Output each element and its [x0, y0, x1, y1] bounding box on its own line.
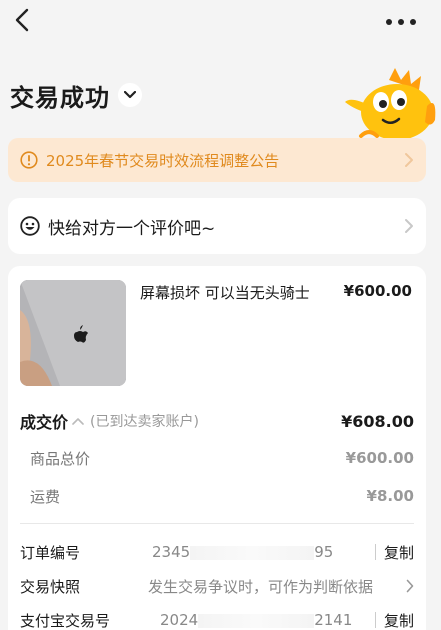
trade-snapshot-label: 交易快照 — [20, 577, 81, 596]
alipay-trade-number-label: 支付宝交易号 — [20, 611, 111, 630]
page-title: 交易成功 — [10, 83, 110, 112]
trade-snapshot-value: 发生交易争议时，可作为判断依据 — [148, 577, 374, 596]
separator — [374, 612, 376, 628]
copy-order-number-button[interactable]: 复制 — [384, 542, 414, 563]
goods-total-label: 商品总价 — [30, 449, 91, 468]
deal-price-row[interactable]: 成交价 (已到达卖家账户) ¥608.00 — [20, 410, 414, 433]
trade-snapshot-row[interactable]: 交易快照 发生交易争议时，可作为判断依据 — [20, 574, 414, 598]
chevron-right-icon — [406, 579, 414, 593]
alipay-trade-number-value: 2024 2141 — [160, 611, 353, 629]
product-price: ¥600.00 — [343, 282, 412, 300]
chevron-up-icon — [72, 418, 84, 425]
chevron-down-icon — [124, 91, 136, 99]
separator — [374, 544, 376, 560]
info-icon — [20, 151, 38, 169]
deal-price-note: (已到达卖家账户) — [90, 414, 199, 430]
goods-total-row: 商品总价 ¥600.00 — [30, 448, 414, 468]
title-row: 交易成功 — [10, 78, 142, 112]
deal-price-label: 成交价 — [20, 413, 69, 432]
announcement-banner[interactable]: 2025年春节交易时效流程调整公告 — [8, 138, 426, 182]
chevron-right-icon — [405, 219, 413, 233]
product-image[interactable] — [20, 280, 126, 386]
order-detail-card: 屏幕损坏 可以当无头骑士 ¥600.00 成交价 (已到达卖家账户) ¥608.… — [8, 266, 426, 630]
copy-alipay-number-button[interactable]: 复制 — [384, 610, 414, 630]
review-prompt-card[interactable]: 快给对方一个评价吧~ — [8, 198, 426, 254]
alipay-trade-number-row: 支付宝交易号 2024 2141 复制 — [20, 608, 414, 630]
chevron-right-icon — [405, 153, 413, 167]
back-arrow-icon[interactable] — [10, 6, 38, 34]
shipping-fee-row: 运费 ¥8.00 — [30, 486, 414, 506]
laptop-photo-icon — [20, 280, 126, 386]
divider — [20, 523, 414, 524]
announcement-text: 2025年春节交易时效流程调整公告 — [46, 151, 280, 170]
top-bar — [0, 0, 441, 44]
goods-total-value: ¥600.00 — [345, 449, 414, 467]
more-icon[interactable] — [383, 12, 419, 32]
order-number-label: 订单编号 — [20, 543, 81, 562]
shipping-fee-label: 运费 — [30, 487, 61, 506]
fish-mascot-icon — [345, 68, 436, 140]
product-title[interactable]: 屏幕损坏 可以当无头骑士 — [140, 282, 310, 303]
shipping-fee-value: ¥8.00 — [366, 487, 414, 505]
deal-price-value: ¥608.00 — [341, 411, 414, 431]
order-number-row: 订单编号 2345 95 复制 — [20, 540, 414, 564]
title-expand-button[interactable] — [118, 83, 142, 107]
order-number-value: 2345 95 — [152, 543, 334, 561]
review-prompt-text: 快给对方一个评价吧~ — [48, 218, 216, 239]
smiley-icon — [20, 216, 40, 236]
